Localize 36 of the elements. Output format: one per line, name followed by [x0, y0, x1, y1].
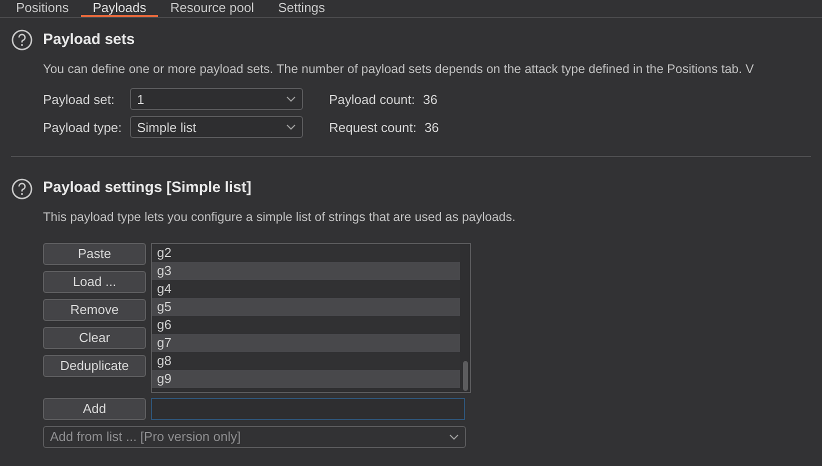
request-count-value: 36	[424, 118, 439, 136]
payload-count-value: 36	[423, 90, 438, 108]
field-label: Payload count:	[329, 90, 416, 109]
section-description: You can define one or more payload sets. The number of payload sets depends on the attack type defined in the Positions tab. V	[43, 60, 754, 78]
help-icon[interactable]	[11, 178, 33, 200]
list-item[interactable]: g4	[152, 280, 460, 298]
list-action-button[interactable]: Remove	[43, 298, 146, 320]
list-action-button[interactable]: Load ...	[43, 270, 146, 292]
tab[interactable]: Positions	[4, 0, 81, 17]
payload-type-dropdown[interactable]: Simple list	[130, 116, 303, 138]
add-from-list-dropdown[interactable]: Add from list ... [Pro version only]	[43, 426, 466, 448]
field-label: Payload set:	[43, 90, 116, 109]
list-item[interactable]: g6	[152, 316, 460, 334]
tab[interactable]: Resource pool	[158, 0, 266, 17]
field-label: Payload type:	[43, 118, 123, 137]
list-item[interactable]: g5	[152, 298, 460, 316]
payload-set-dropdown[interactable]: 1	[130, 88, 303, 110]
list-item[interactable]: g7	[152, 334, 460, 352]
list-item[interactable]: g8	[152, 352, 460, 370]
tab[interactable]: Payloads	[80, 0, 158, 17]
section-title: Payload sets	[43, 30, 135, 50]
chevron-down-icon	[286, 124, 296, 130]
list-action-button[interactable]: Clear	[43, 326, 146, 348]
field-label: Request count:	[329, 118, 416, 137]
add-button[interactable]: Add	[43, 398, 146, 420]
list-item[interactable]: g9	[152, 370, 460, 388]
list-action-button[interactable]: Deduplicate	[43, 354, 146, 376]
help-icon[interactable]	[11, 29, 33, 52]
section-title: Payload settings [Simple list]	[43, 178, 252, 198]
chevron-down-icon	[286, 96, 296, 102]
list-item[interactable]: g3	[152, 262, 460, 280]
section-description: This payload type lets you configure a simple list of strings that are used as payloads.	[43, 208, 516, 226]
add-item-field[interactable]	[151, 398, 465, 420]
chevron-down-icon	[449, 434, 459, 440]
tab[interactable]: Settings	[266, 0, 338, 17]
list-action-button[interactable]: Paste	[43, 242, 146, 264]
